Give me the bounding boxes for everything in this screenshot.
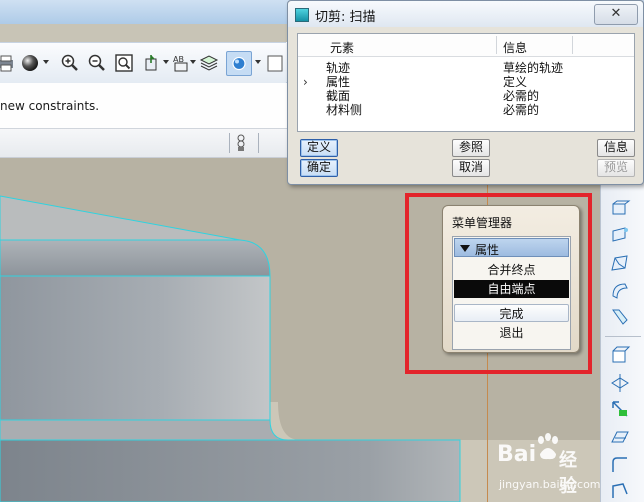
status-light-icon <box>236 134 246 152</box>
draft-icon[interactable] <box>609 398 631 420</box>
column-element: 元素 <box>330 41 355 55</box>
shell-icon[interactable] <box>609 344 631 366</box>
done-button[interactable]: 完成 <box>454 304 569 322</box>
paw-logo-icon <box>535 432 561 462</box>
sweep-icon[interactable] <box>609 252 631 274</box>
hole-icon[interactable] <box>609 280 631 302</box>
toolbar-overflow-icon[interactable] <box>266 53 286 73</box>
message-text: new constraints. <box>0 99 100 113</box>
sweep-cut-dialog: 切剪: 扫描 ✕ 元素 信息 轨迹 草绘的轨迹 › 属性 定义 截面 必需的 材… <box>287 0 644 185</box>
zoom-out-icon[interactable] <box>87 53 107 73</box>
menu-manager-title: 菜单管理器 <box>452 216 513 230</box>
dialog-app-icon <box>295 8 309 22</box>
current-row-marker: › <box>303 75 308 89</box>
menu-manager: 菜单管理器 属性 合并终点 自由端点 完成 退出 <box>442 205 580 353</box>
column-divider <box>496 36 497 54</box>
toolbar-separator <box>605 336 641 337</box>
status-divider <box>229 133 230 153</box>
collapse-triangle-icon[interactable] <box>460 245 470 252</box>
close-icon: ✕ <box>610 6 622 21</box>
named-view-dropdown-icon[interactable] <box>190 60 196 64</box>
reorient-icon[interactable] <box>142 53 162 73</box>
menu-section-attributes[interactable]: 属性 <box>454 238 569 257</box>
display-style-icon[interactable] <box>226 51 252 76</box>
column-divider <box>572 36 573 54</box>
element-list-header: 元素 信息 <box>298 34 634 57</box>
element-name: 材料侧 <box>326 103 363 117</box>
menu-item-merge-ends[interactable]: 合并终点 <box>454 261 569 279</box>
element-info: 必需的 <box>503 89 540 103</box>
round-icon[interactable] <box>609 306 631 328</box>
extrude-icon[interactable] <box>609 198 631 220</box>
column-info: 信息 <box>503 41 528 55</box>
mirror-icon[interactable] <box>609 480 631 502</box>
display-style-dropdown-icon[interactable] <box>255 60 261 64</box>
element-name: 截面 <box>326 89 351 103</box>
close-button[interactable]: ✕ <box>594 4 638 25</box>
menu-list: 属性 合并终点 自由端点 完成 退出 <box>452 236 571 350</box>
rib-icon[interactable] <box>609 426 631 448</box>
element-row-trajectory[interactable]: 轨迹 草绘的轨迹 <box>298 61 634 75</box>
feature-toolbar <box>600 158 644 502</box>
preview-button[interactable]: 预览 <box>597 159 635 177</box>
element-name: 属性 <box>326 75 351 89</box>
view-toolbar: AB <box>0 42 286 84</box>
zoom-in-icon[interactable] <box>60 53 80 73</box>
element-info: 草绘的轨迹 <box>503 61 564 75</box>
cancel-button[interactable]: 取消 <box>452 159 490 177</box>
element-info: 必需的 <box>503 103 540 117</box>
watermark-brand: Bai <box>497 442 537 467</box>
define-button[interactable]: 定义 <box>300 139 338 157</box>
revolve-icon[interactable] <box>609 224 631 246</box>
menu-item-free-ends[interactable]: 自由端点 <box>454 280 569 298</box>
dialog-title-bar[interactable]: 切剪: 扫描 ✕ <box>288 1 643 27</box>
exit-button[interactable]: 退出 <box>454 324 569 342</box>
element-row-material-side[interactable]: 材料侧 必需的 <box>298 103 634 117</box>
sphere-shading-icon[interactable] <box>20 53 40 73</box>
shading-dropdown-icon[interactable] <box>43 60 49 64</box>
pattern-icon[interactable] <box>609 454 631 476</box>
ok-button[interactable]: 确定 <box>300 159 338 177</box>
datum-axis-icon[interactable] <box>609 372 631 394</box>
dialog-title: 切剪: 扫描 <box>315 10 376 25</box>
watermark-url: jingyan.baidu.com <box>499 478 601 491</box>
element-row-attributes[interactable]: › 属性 定义 <box>298 75 634 89</box>
element-row-section[interactable]: 截面 必需的 <box>298 89 634 103</box>
element-list: 元素 信息 轨迹 草绘的轨迹 › 属性 定义 截面 必需的 材料侧 必需的 <box>297 33 635 132</box>
element-name: 轨迹 <box>326 61 351 75</box>
status-divider <box>258 133 259 153</box>
layers-icon[interactable] <box>199 53 219 73</box>
reorient-dropdown-icon[interactable] <box>163 60 169 64</box>
info-button[interactable]: 信息 <box>597 139 635 157</box>
reference-button[interactable]: 参照 <box>452 139 490 157</box>
printer-icon[interactable] <box>0 53 16 73</box>
zoom-fit-icon[interactable] <box>114 53 134 73</box>
menu-section-label: 属性 <box>475 243 500 257</box>
element-info: 定义 <box>503 75 528 89</box>
named-view-icon[interactable]: AB <box>172 53 192 73</box>
